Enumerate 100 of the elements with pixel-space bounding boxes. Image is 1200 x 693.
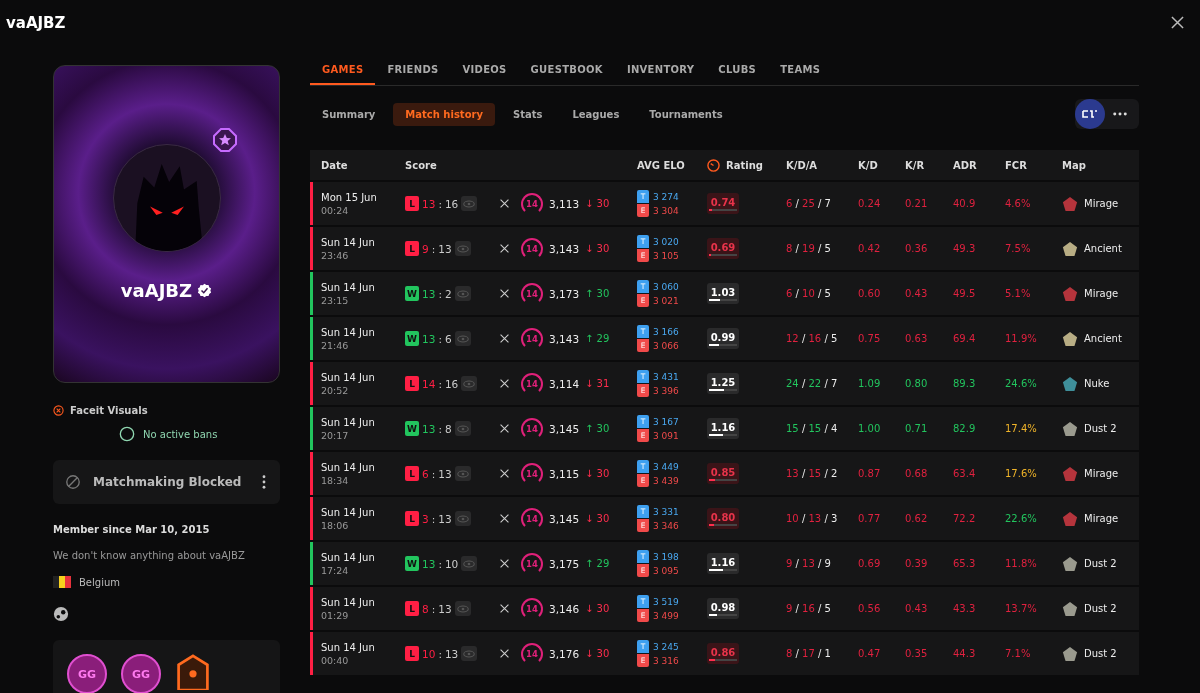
view-button[interactable] — [461, 376, 478, 391]
team-score: 13 — [422, 557, 436, 570]
score-separator: : — [431, 467, 436, 480]
kr-value: 0.71 — [905, 423, 929, 434]
rating-badge: 0.69 — [707, 238, 739, 259]
match-time: 17:24 — [321, 564, 350, 576]
section-tab[interactable]: GAMES — [310, 64, 376, 85]
map-name: Dust 2 — [1084, 423, 1117, 434]
kr-value: 0.68 — [905, 468, 929, 479]
gg-badge[interactable]: GG — [67, 654, 107, 693]
view-button[interactable] — [461, 556, 478, 571]
view-button[interactable] — [454, 511, 471, 526]
match-date: Sun 14 Jun — [321, 551, 376, 563]
match-time: 01:29 — [321, 609, 350, 621]
view-button[interactable] — [454, 421, 471, 436]
section-tab[interactable]: TEAMS — [768, 64, 833, 85]
section-tab[interactable]: INVENTORY — [614, 64, 707, 85]
team-score: 8 — [422, 602, 429, 615]
star-badge-icon — [212, 128, 237, 152]
map-name: Dust 2 — [1084, 603, 1117, 614]
map-emblem-icon — [1062, 420, 1078, 437]
map-emblem-icon — [1062, 240, 1078, 257]
kda-value: 12 / 16 / 5 — [786, 333, 839, 344]
gg-badge[interactable]: GG — [121, 654, 161, 693]
section-tab[interactable]: FRIENDS — [375, 64, 451, 85]
score-separator: : — [438, 287, 442, 300]
sub-tab[interactable]: Summary — [310, 102, 388, 126]
score-separator: : — [438, 557, 442, 570]
column-header: AVG ELO — [637, 159, 686, 171]
elo-change: ↓ 30 — [585, 648, 610, 659]
kda-value: 6 / 10 / 5 — [786, 288, 832, 299]
elo-value: 3,176 — [549, 647, 580, 660]
close-circle-icon[interactable] — [53, 405, 64, 416]
map-name: Ancient — [1084, 333, 1122, 344]
flag-icon — [53, 576, 71, 588]
match-time: 23:46 — [321, 249, 350, 261]
opponent-score: 10 — [444, 557, 459, 570]
view-button[interactable] — [461, 196, 478, 211]
section-tab[interactable]: VIDEOS — [450, 64, 519, 85]
opponent-score: 13 — [438, 467, 452, 480]
kd-value: 0.87 — [858, 468, 882, 479]
kd-value: 0.47 — [858, 648, 882, 659]
circle-icon — [119, 426, 135, 442]
sub-tab[interactable]: Tournaments — [637, 102, 735, 126]
score-separator: : — [438, 647, 442, 660]
view-button[interactable] — [454, 331, 471, 346]
rating-badge: 0.80 — [707, 508, 739, 529]
view-button[interactable] — [454, 241, 471, 256]
map-emblem-icon — [1062, 645, 1078, 662]
elo-change: ↓ 31 — [585, 378, 610, 389]
kd-value: 1.00 — [858, 423, 882, 434]
soldier-badge-icon[interactable] — [175, 654, 211, 690]
elo-change: ↓ 30 — [585, 603, 610, 614]
team-elo: 3 198 — [653, 551, 679, 562]
fcr-value: 17.4% — [1005, 423, 1038, 434]
more-icon[interactable] — [1113, 112, 1127, 116]
adr-value: 44.3 — [953, 648, 977, 659]
view-button[interactable] — [454, 466, 471, 481]
adr-value: 40.9 — [953, 198, 977, 209]
section-tab[interactable]: CLUBS — [706, 64, 769, 85]
match-time: 00:24 — [321, 204, 350, 216]
map-name: Mirage — [1084, 468, 1119, 479]
map-emblem-icon — [1062, 510, 1078, 527]
team-elo: 3 449 — [653, 461, 679, 472]
game-logo-icon[interactable] — [1075, 99, 1105, 129]
view-button[interactable] — [461, 646, 478, 661]
kd-value: 0.42 — [858, 243, 882, 254]
elo-value: 3,143 — [549, 242, 580, 255]
adr-value: 89.3 — [953, 378, 977, 389]
more-icon[interactable] — [262, 475, 266, 489]
score-separator: : — [438, 197, 442, 210]
window-title: vaAJBZ — [6, 13, 66, 32]
kd-value: 0.75 — [858, 333, 882, 344]
map-name: Nuke — [1084, 378, 1110, 389]
view-button[interactable] — [454, 601, 471, 616]
result-badge: W — [405, 556, 419, 571]
view-button[interactable] — [454, 286, 471, 301]
fcr-value: 22.6% — [1005, 513, 1038, 524]
rating-badge: 1.25 — [707, 373, 739, 394]
close-icon[interactable] — [1171, 16, 1184, 29]
result-badge: L — [405, 466, 419, 481]
map-name: Ancient — [1084, 243, 1122, 254]
team-elo: 3 167 — [653, 416, 679, 427]
fcr-value: 4.6% — [1005, 198, 1032, 209]
match-date: Sun 14 Jun — [321, 326, 376, 338]
map-emblem-icon — [1062, 555, 1078, 572]
kda-value: 15 / 15 / 4 — [786, 423, 839, 434]
sub-tab[interactable]: Match history — [393, 102, 495, 126]
fcr-value: 5.1% — [1005, 288, 1032, 299]
map-name: Mirage — [1084, 288, 1119, 299]
score-separator: : — [431, 242, 436, 255]
kr-value: 0.39 — [905, 558, 929, 569]
kda-value: 8 / 19 / 5 — [786, 243, 832, 254]
column-header: Map — [1062, 159, 1087, 171]
section-tab[interactable]: GUESTBOOK — [518, 64, 615, 85]
sub-tab[interactable]: Stats — [500, 102, 555, 126]
opponent-score: 2 — [444, 287, 452, 300]
score-separator: : — [438, 332, 442, 345]
fcr-value: 7.1% — [1005, 648, 1032, 659]
sub-tab[interactable]: Leagues — [560, 102, 632, 126]
